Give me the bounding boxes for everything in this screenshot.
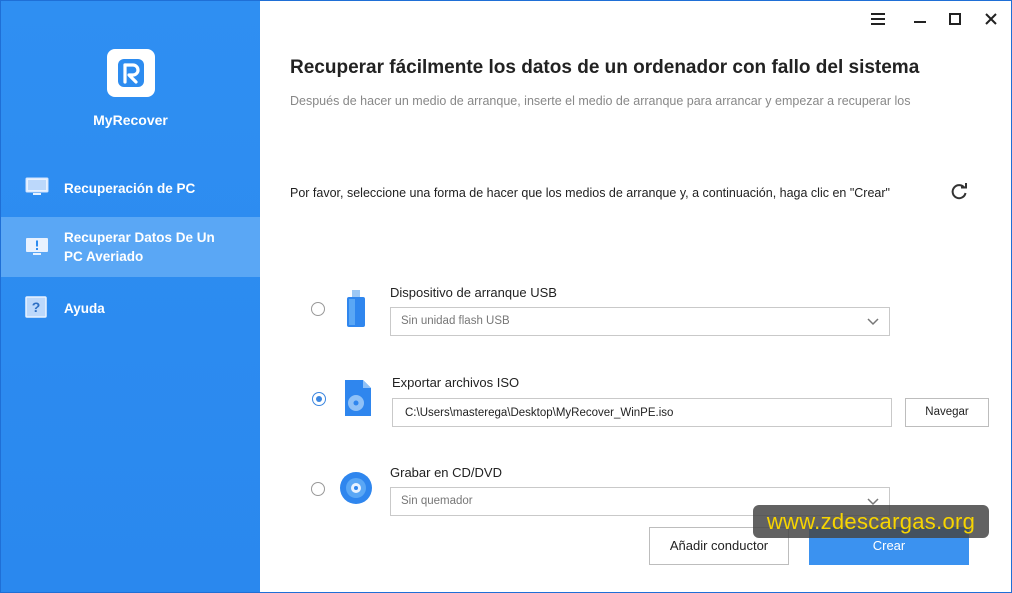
usb-option-label: Dispositivo de arranque USB — [390, 285, 557, 300]
minimize-button[interactable] — [910, 9, 930, 29]
close-button[interactable] — [981, 9, 1001, 29]
instruction-text: Por favor, seleccione una forma de hacer… — [290, 186, 890, 200]
watermark: www.zdescargas.org — [753, 505, 989, 538]
sidebar-item-help[interactable]: ? Ayuda — [1, 293, 260, 323]
cd-disc-icon — [339, 471, 373, 510]
menu-icon — [871, 13, 885, 25]
usb-device-select-value: Sin unidad flash USB — [401, 315, 510, 327]
sidebar-item-pc-recovery[interactable]: Recuperación de PC — [1, 173, 260, 203]
page-subtitle: Después de hacer un medio de arranque, i… — [290, 94, 911, 108]
sidebar-item-label: Recuperación de PC — [64, 180, 196, 196]
app-window: MyRecover Recuperación de PC Recuperar D… — [0, 0, 1012, 593]
burner-select-value: Sin quemador — [401, 495, 473, 507]
monitor-icon — [25, 177, 49, 200]
iso-option-label: Exportar archivos ISO — [392, 375, 520, 390]
menu-button[interactable] — [868, 9, 888, 29]
app-logo — [107, 49, 155, 97]
svg-text:?: ? — [32, 299, 41, 315]
refresh-icon — [951, 183, 967, 200]
help-icon: ? — [25, 295, 47, 321]
sidebar-item-broken-pc[interactable]: Recuperar Datos De Un PC Averiado — [1, 217, 260, 277]
logo-r-icon — [118, 59, 144, 87]
iso-file-icon — [343, 380, 371, 421]
close-icon — [985, 13, 997, 25]
page-title: Recuperar fácilmente los datos de un ord… — [290, 57, 920, 78]
usb-device-select[interactable]: Sin unidad flash USB — [390, 307, 890, 336]
usb-option-radio[interactable] — [311, 302, 325, 316]
sidebar: MyRecover Recuperación de PC Recuperar D… — [1, 1, 260, 592]
cd-option-radio[interactable] — [311, 482, 325, 496]
iso-option-radio[interactable] — [312, 392, 326, 406]
sidebar-item-label: Ayuda — [64, 300, 105, 316]
maximize-button[interactable] — [945, 9, 965, 29]
browse-button[interactable]: Navegar — [905, 398, 989, 427]
warning-monitor-icon — [25, 237, 49, 260]
usb-icon — [346, 290, 366, 333]
minimize-icon — [914, 21, 926, 23]
app-name: MyRecover — [93, 112, 168, 128]
chevron-down-icon — [867, 318, 879, 326]
cd-option-label: Grabar en CD/DVD — [390, 465, 502, 480]
refresh-button[interactable] — [949, 182, 969, 202]
sidebar-item-label: Recuperar Datos De Un PC Averiado — [64, 230, 215, 264]
maximize-icon — [949, 13, 961, 25]
iso-path-input[interactable] — [392, 398, 892, 427]
